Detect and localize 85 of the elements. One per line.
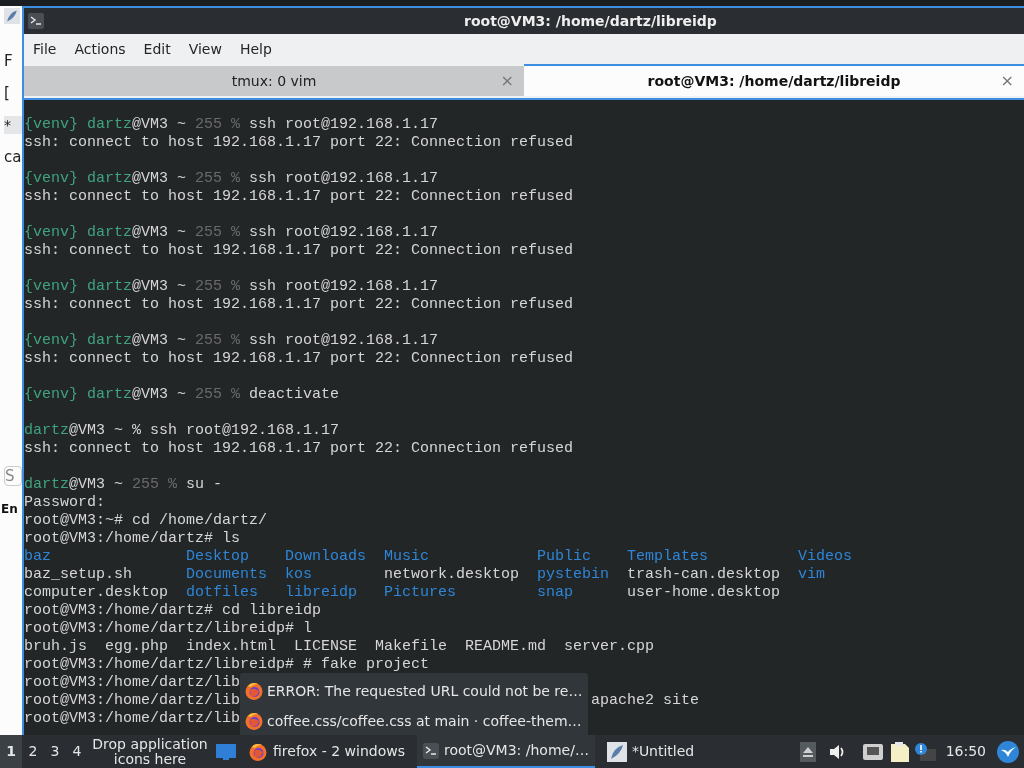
terminal-line: dartz@VM3 ~ 255 % su - <box>24 476 224 494</box>
window-item[interactable]: ERROR: The requested URL could not be re… <box>244 681 584 701</box>
terminal-line: root@VM3:/home/dartz/libreidp# # fake project <box>24 656 431 674</box>
terminal-icon <box>28 13 44 29</box>
terminal-line: root@VM3:/home/dartz/libreidp# l <box>24 620 314 638</box>
tab-label: tmux: 0 vim <box>231 71 317 91</box>
tab-label: root@VM3: /home/dartz/libreidp <box>647 71 901 91</box>
file-name: Pictures <box>384 584 458 602</box>
terminal-line: ssh: connect to host 192.168.1.17 port 22: Connection refused <box>24 350 575 368</box>
network-icon[interactable] <box>861 742 884 761</box>
window-item[interactable]: coffee.css/coffee.css at main · coffee-them… <box>244 711 584 731</box>
terminal-line: {venv} dartz@VM3 ~ 255 % ssh root@192.168.1.17 <box>24 224 440 242</box>
clock[interactable]: 16:50 <box>945 741 986 762</box>
terminal-line: {venv} dartz@VM3 ~ 255 % ssh root@192.168.1.17 <box>24 116 440 134</box>
window-text: * <box>4 116 22 134</box>
terminal-line: ssh: connect to host 192.168.1.17 port 22: Connection refused <box>24 242 575 260</box>
terminal-line: apache2 site <box>591 692 700 710</box>
file-name: Music <box>384 548 431 566</box>
file-name: computer.desktop <box>24 584 170 602</box>
clipboard-icon[interactable] <box>889 740 910 763</box>
terminal-line: root@VM3:/home/dartz/lib <box>24 692 241 710</box>
terminal-line: {venv} dartz@VM3 ~ 255 % deactivate <box>24 386 341 404</box>
menu-item[interactable]: View <box>182 38 228 60</box>
terminal-line: ssh: connect to host 192.168.1.17 port 22: Connection refused <box>24 296 575 314</box>
desktop-button[interactable]: 4 <box>66 735 88 768</box>
terminal-line: root@VM3:/home/dartz# cd libreidp <box>24 602 323 620</box>
file-name: Videos <box>798 548 854 566</box>
tab[interactable]: tmux: 0 vim × <box>24 66 524 96</box>
window-text: ca <box>4 148 22 166</box>
task-button[interactable]: firefox - 2 windows <box>242 735 411 768</box>
file-name: trash-can.desktop <box>627 566 782 584</box>
speaker-icon[interactable] <box>827 742 846 761</box>
firefox-icon <box>244 681 264 701</box>
file-name: network.desktop <box>384 566 521 584</box>
file-name: baz_setup.sh <box>24 566 134 584</box>
terminal-line: ssh: connect to host 192.168.1.17 port 22: Connection refused <box>24 440 575 458</box>
desktop-button[interactable]: 3 <box>44 735 66 768</box>
notification-icon[interactable] <box>913 741 936 762</box>
file-name: dotfiles <box>186 584 260 602</box>
desktop-button[interactable]: 2 <box>22 735 44 768</box>
feather-icon <box>606 741 627 762</box>
menu-item[interactable]: Edit <box>137 38 177 60</box>
terminal-line: {venv} dartz@VM3 ~ 255 % ssh root@192.168.1.17 <box>24 170 440 188</box>
menu-item[interactable]: Actions <box>68 38 132 60</box>
terminal-line: dartz@VM3 ~ % ssh root@192.168.1.17 <box>24 422 341 440</box>
file-name: Public <box>537 548 593 566</box>
file-name: user-home.desktop <box>627 584 782 602</box>
task-button[interactable]: root@VM3: /home/… <box>416 735 595 768</box>
menu-item[interactable]: File <box>27 38 63 60</box>
terminal-line: ssh: connect to host 192.168.1.17 port 22: Connection refused <box>24 188 575 206</box>
window-title: root@VM3: /home/dartz/libreidp <box>464 11 717 31</box>
terminal-line: root@VM3:/home/dartz/lib <box>24 710 241 728</box>
terminal-line: {venv} dartz@VM3 ~ 255 % ssh root@192.168.1.17 <box>24 278 440 296</box>
launcher-hint: Drop application icons here <box>91 736 209 767</box>
file-name: snap <box>537 584 575 602</box>
file-name: libreidp <box>285 584 359 602</box>
show-desktop-icon[interactable] <box>216 743 236 760</box>
firefox-icon <box>248 741 268 762</box>
terminal-icon <box>422 742 439 759</box>
file-name: kos <box>285 566 314 584</box>
terminal-line: bruh.js egg.php index.html LICENSE Makefile README.md server.cpp <box>24 638 656 656</box>
terminal-line: Password: <box>24 494 106 512</box>
file-name: Documents <box>186 566 269 584</box>
firefox-icon <box>244 711 264 731</box>
file-name: vim <box>798 566 827 584</box>
feather-icon <box>4 8 20 24</box>
eject-icon[interactable] <box>799 741 816 762</box>
file-name: Templates <box>627 548 710 566</box>
close-button[interactable]: × <box>1000 69 1014 93</box>
desktop-button[interactable]: 1 <box>0 735 22 768</box>
task-button[interactable]: *Untitled <box>600 735 701 768</box>
file-name: Downloads <box>285 548 368 566</box>
file-name: baz <box>24 548 52 566</box>
window-text: F <box>4 52 14 70</box>
window-text: En <box>1 501 19 518</box>
terminal-line: ssh: connect to host 192.168.1.17 port 22: Connection refused <box>24 134 575 152</box>
file-name: Desktop <box>186 548 251 566</box>
menu-item[interactable]: Help <box>233 38 278 60</box>
terminal-line: root@VM3:/home/dartz/lib <box>24 674 241 692</box>
terminal-line: root@VM3:/home/dartz# ls <box>24 530 242 548</box>
terminal-line: root@VM3:~# cd /home/dartz/ <box>24 512 269 530</box>
terminal-line: {venv} dartz@VM3 ~ 255 % ssh root@192.168.1.17 <box>24 332 440 350</box>
file-name: pystebin <box>537 566 611 584</box>
window-text: [ <box>4 84 11 102</box>
tab[interactable]: root@VM3: /home/dartz/libreidp × <box>524 64 1024 96</box>
